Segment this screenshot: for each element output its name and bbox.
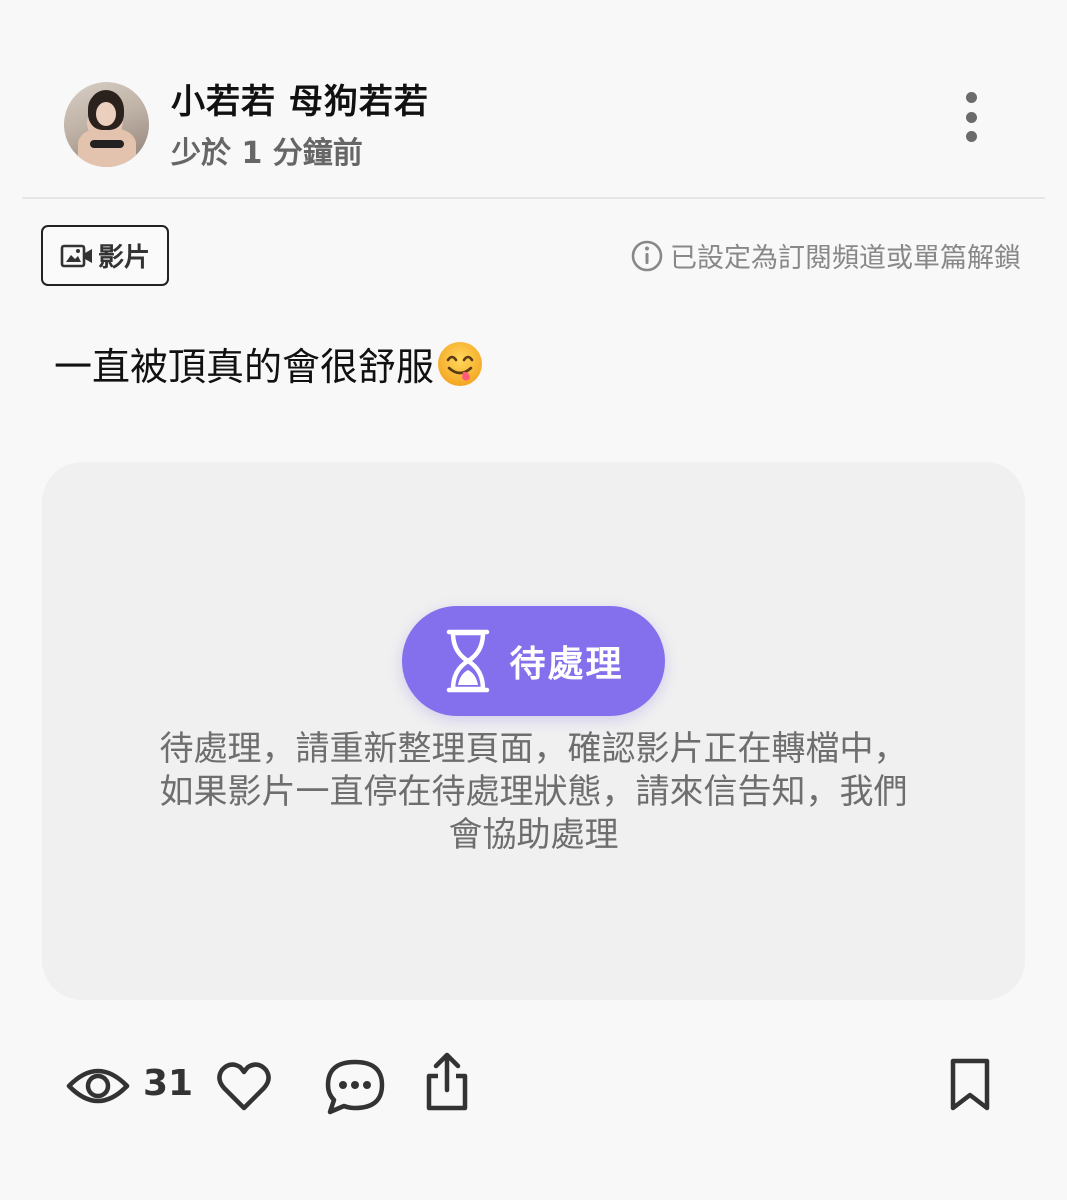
unlock-notice: 已設定為訂閱頻道或單篇解鎖 bbox=[630, 236, 1021, 275]
bookmark-icon[interactable] bbox=[948, 1058, 992, 1112]
pending-message: 待處理，請重新整理頁面，確認影片正在轉檔中， 如果影片一直停在待處理狀態，請來信… bbox=[110, 728, 957, 857]
hourglass-icon bbox=[447, 629, 490, 693]
post-text-content: 一直被頂真的會很舒服 bbox=[54, 345, 435, 389]
face-savoring-food-emoji bbox=[438, 341, 483, 386]
post-time: 少於 1 分鐘前 bbox=[171, 136, 363, 171]
post-text: 一直被頂真的會很舒服 bbox=[54, 336, 484, 391]
more-options-button[interactable] bbox=[952, 92, 990, 142]
more-vertical-icon bbox=[965, 92, 977, 103]
author-name[interactable]: 小若若 母狗若若 bbox=[171, 74, 429, 123]
pending-message-line: 會協助處理 bbox=[448, 815, 619, 855]
video-tag-label: 影片 bbox=[97, 243, 150, 273]
post-card: 小若若 母狗若若 少於 1 分鐘前 影片 已設定為訂閱頻道或單篇解鎖 一直被頂真… bbox=[0, 0, 1067, 1200]
eye-icon[interactable] bbox=[66, 1064, 130, 1108]
heart-icon[interactable] bbox=[216, 1060, 272, 1112]
post-header: 小若若 母狗若若 少於 1 分鐘前 bbox=[0, 0, 1067, 198]
video-tag: 影片 bbox=[41, 225, 169, 286]
header-divider bbox=[22, 197, 1045, 199]
view-count: 31 bbox=[143, 1063, 194, 1104]
pending-message-line: 如果影片一直停在待處理狀態，請來信告知，我們 bbox=[159, 772, 908, 812]
avatar[interactable] bbox=[64, 82, 149, 167]
share-icon[interactable] bbox=[424, 1052, 470, 1112]
video-icon bbox=[60, 244, 92, 267]
comment-icon[interactable] bbox=[324, 1058, 386, 1116]
pending-status-label: 待處理 bbox=[509, 644, 624, 685]
pending-message-line: 待處理，請重新整理頁面，確認影片正在轉檔中， bbox=[159, 729, 908, 769]
info-icon bbox=[631, 240, 663, 271]
unlock-notice-text: 已設定為訂閱頻道或單篇解鎖 bbox=[670, 243, 1021, 274]
pending-status-badge: 待處理 bbox=[402, 606, 665, 716]
